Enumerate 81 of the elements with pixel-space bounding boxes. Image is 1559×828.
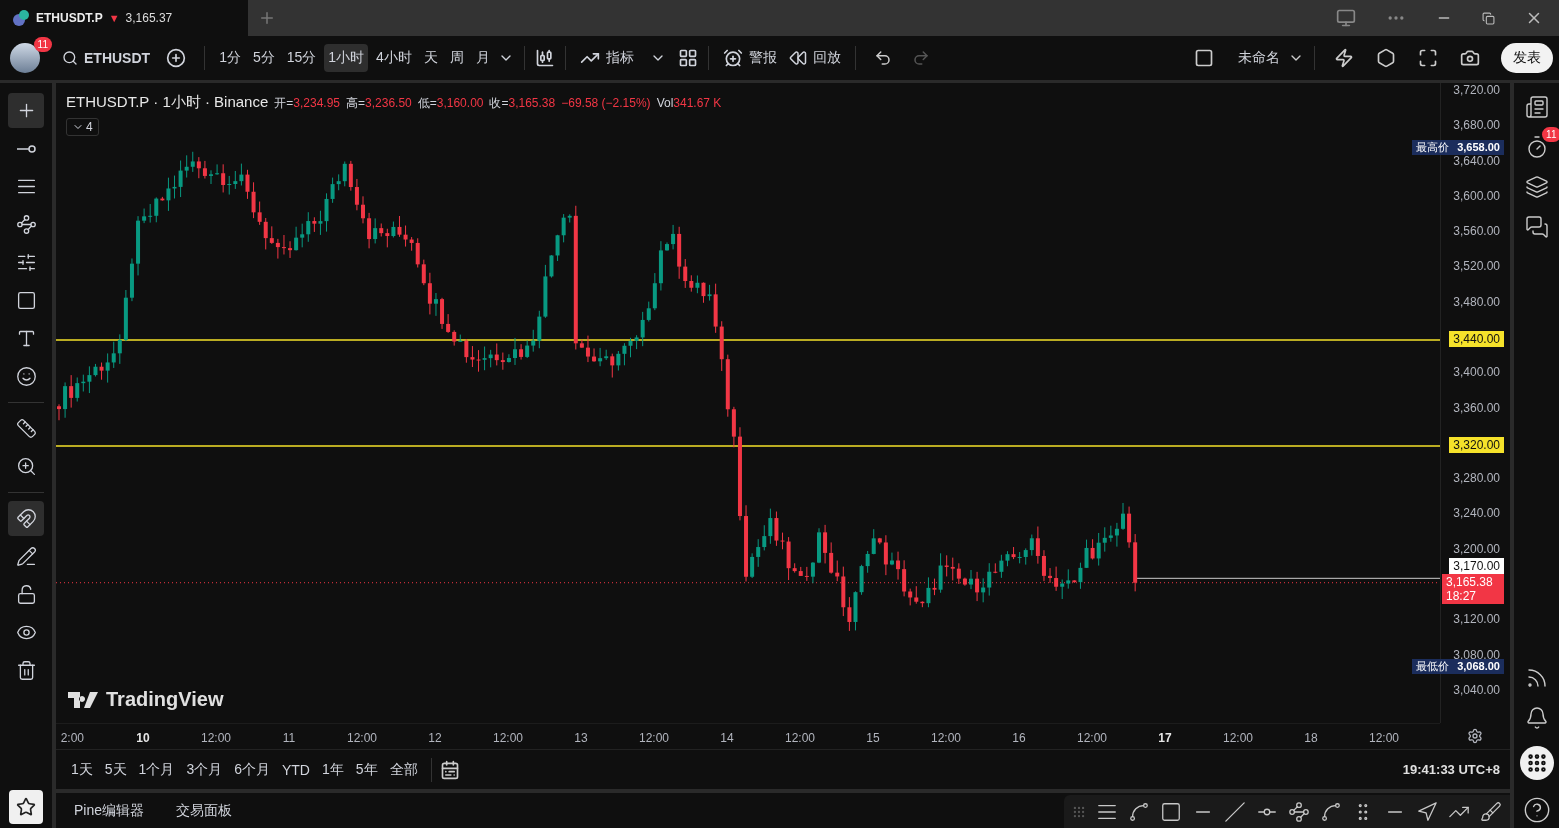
interval-button[interactable]: 周 [445, 44, 468, 72]
range-button[interactable]: 5年 [350, 756, 383, 783]
low-price-tag: 最低价 3,068.00 [1412, 659, 1504, 674]
panel-tab[interactable]: Pine编辑器 [64, 797, 155, 824]
time-label: 16 [1012, 730, 1026, 745]
level-label: 3,440.00 [1449, 331, 1504, 348]
price-label: 3,720.00 [1453, 83, 1500, 98]
publish-button[interactable]: 发表 [1501, 43, 1553, 73]
price-label: 3,280.00 [1453, 471, 1500, 486]
time-label: 11 [282, 730, 296, 745]
time-label: 15 [866, 730, 880, 745]
time-label: 12:00 [1369, 730, 1399, 745]
time-label: 12:00 [1077, 730, 1107, 745]
interval-button[interactable]: 15分 [282, 44, 321, 72]
tab-symbol: ETHUSDT.P [36, 11, 103, 25]
price-label: 3,400.00 [1453, 365, 1500, 380]
volume-value: Vol341.67 K [656, 96, 722, 110]
watermark-text: TradingView [106, 688, 224, 711]
price-label: 3,480.00 [1453, 294, 1500, 309]
symbol-search[interactable]: ETHUSDT [58, 45, 155, 71]
replay-button[interactable]: 回放 [784, 44, 845, 72]
ohlc-value: 低=3,160.00 [417, 95, 484, 112]
price-label: 3,120.00 [1453, 612, 1500, 627]
range-button[interactable]: 1个月 [133, 756, 180, 783]
clock: 19:41:33 UTC+8 [1402, 762, 1500, 777]
ohlc-value: 收=3,165.38 [489, 95, 556, 112]
price-label: 3,040.00 [1453, 682, 1500, 697]
range-button[interactable]: 1年 [317, 756, 349, 783]
range-button[interactable]: 全部 [384, 756, 423, 783]
range-button[interactable]: 3个月 [181, 756, 228, 783]
time-label: 14 [720, 730, 734, 745]
time-label: 12:00 [639, 730, 669, 745]
price-label: 3,680.00 [1453, 118, 1500, 133]
interval-button[interactable]: 天 [419, 44, 442, 72]
interval-button[interactable]: 月 [471, 44, 494, 72]
time-label: 12:00 [493, 730, 523, 745]
down-arrow: ▼ [108, 12, 120, 24]
time-label: 12:00 [201, 730, 231, 745]
price-label: 3,240.00 [1453, 506, 1500, 521]
time-label: 17 [1158, 730, 1172, 745]
chart-tab[interactable]: ETHUSDT.P ▼ 3,165.37 [0, 0, 248, 36]
collapse-button[interactable]: 4 [66, 118, 99, 136]
crosshair-price-label: 3,170.00 [1449, 558, 1504, 574]
price-label: 3,600.00 [1453, 188, 1500, 203]
price-label: 3,560.00 [1453, 224, 1500, 239]
price-label: 3,640.00 [1453, 153, 1500, 168]
price-label: 3,360.00 [1453, 400, 1500, 415]
alerts-badge: 11 [1542, 127, 1559, 142]
indicators-button[interactable]: 指标 [575, 43, 638, 73]
time-label: 12:00 [931, 730, 961, 745]
interval-button[interactable]: 5分 [248, 44, 279, 72]
time-label: 12:00 [785, 730, 815, 745]
interval-button[interactable]: 1分 [215, 44, 245, 72]
time-label: 18 [1304, 730, 1318, 745]
panel-tab[interactable]: 交易面板 [166, 797, 243, 824]
time-label: 10 [136, 730, 150, 745]
ohlc-value: 开=3,234.95 [274, 95, 340, 112]
high-price-tag: 最高价 3,658.00 [1412, 140, 1504, 155]
range-button[interactable]: 6个月 [229, 756, 275, 783]
notification-badge: 11 [33, 37, 52, 52]
change-value: −69.58 (−2.15%) [561, 96, 651, 110]
interval-button[interactable]: 1小时 [324, 44, 369, 72]
last-price-label: 3,165.38 18:27 [1442, 574, 1504, 604]
time-label: 2:00 [60, 730, 84, 745]
time-label: 12 [428, 730, 442, 745]
price-label: 3,520.00 [1453, 259, 1500, 274]
range-button[interactable]: 5天 [99, 756, 132, 783]
layout-name[interactable]: 未命名 [1234, 44, 1284, 72]
tab-price: 3,165.37 [125, 11, 173, 25]
alerts-button[interactable]: 警报 [718, 43, 781, 73]
price-label: 3,080.00 [1453, 647, 1500, 662]
time-label: 12:00 [1223, 730, 1253, 745]
time-label: 13 [574, 730, 588, 745]
range-button[interactable]: 1天 [66, 756, 98, 783]
level-label: 3,320.00 [1449, 436, 1504, 453]
time-label: 12:00 [347, 730, 377, 745]
ohlc-value: 高=3,236.50 [346, 95, 412, 112]
range-button[interactable]: YTD [277, 757, 315, 782]
price-label: 3,200.00 [1453, 541, 1500, 556]
interval-button[interactable]: 4小时 [372, 44, 416, 72]
chart-title: ETHUSDT.P · 1小时 · Binance [66, 93, 269, 112]
